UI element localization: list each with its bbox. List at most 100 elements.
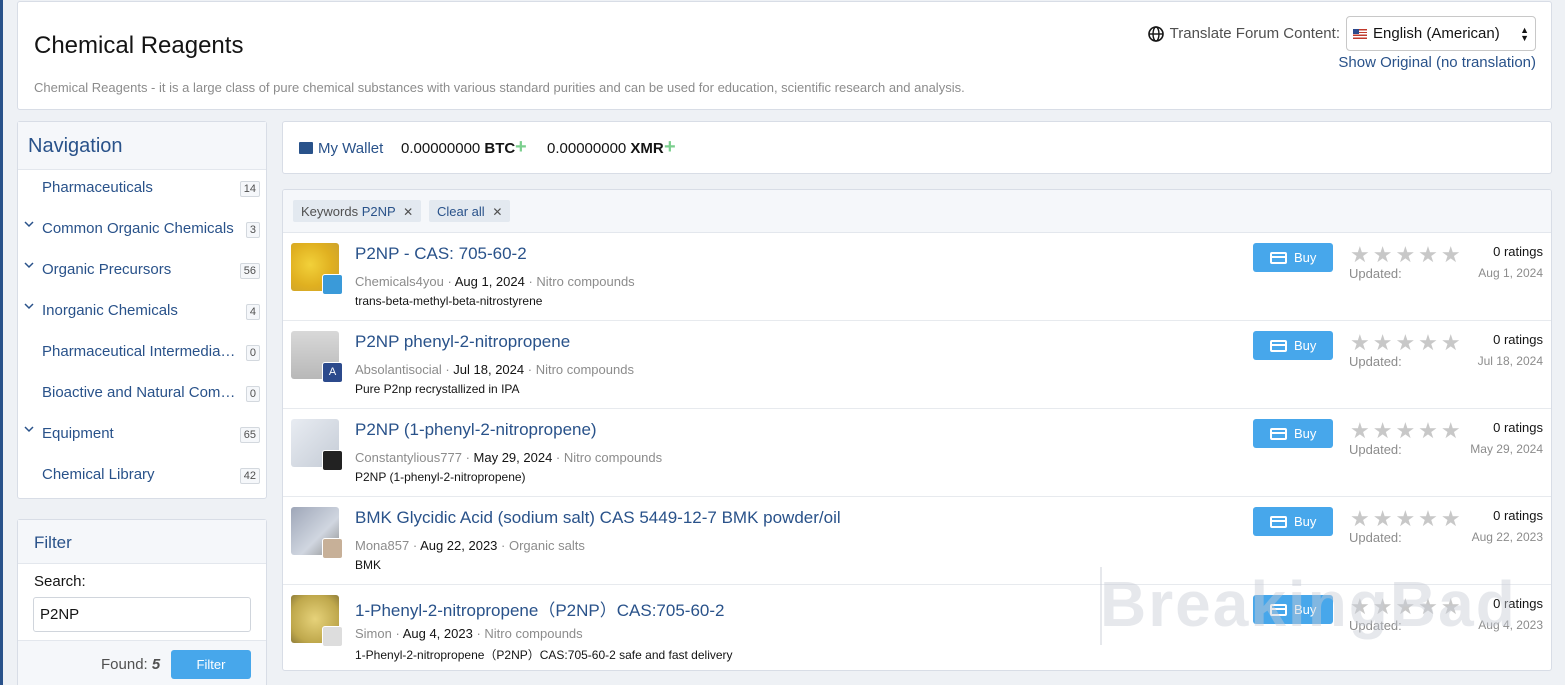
seller-name[interactable]: Absolantisocial: [355, 362, 442, 377]
page-title: Chemical Reagents: [34, 32, 244, 59]
listing-title[interactable]: P2NP (1-phenyl-2-nitropropene): [355, 420, 597, 440]
seller-avatar[interactable]: A: [322, 362, 343, 383]
left-edge-bar: [0, 0, 3, 685]
seller-avatar[interactable]: [322, 274, 343, 295]
nav-item[interactable]: Common Organic Chemicals 3: [18, 217, 266, 247]
nav-item-label: Chemical Library: [42, 466, 155, 483]
filter-title: Filter: [18, 520, 266, 564]
seller-avatar[interactable]: [322, 626, 343, 647]
listing-title[interactable]: P2NP - CAS: 705-60-2: [355, 244, 527, 264]
seller-avatar[interactable]: [322, 450, 343, 471]
updated-label: Updated:: [1349, 354, 1402, 369]
my-wallet-link[interactable]: My Wallet: [318, 140, 383, 157]
chevron-down-icon[interactable]: [24, 424, 34, 434]
btc-unit: BTC: [484, 140, 516, 157]
keyword-chip-value: P2NP: [361, 204, 396, 219]
nav-item[interactable]: Equipment 65: [18, 422, 266, 452]
updated-date: Aug 22, 2023: [1471, 530, 1543, 544]
filter-block: Filter Search: P2NP Found: 5 Filter: [17, 519, 267, 685]
clear-all-x-icon[interactable]: ✕: [492, 205, 502, 219]
listing-description: P2NP (1-phenyl-2-nitropropene): [355, 470, 526, 484]
ratings-count: 0 ratings: [1493, 332, 1543, 347]
chevron-down-icon[interactable]: [24, 260, 34, 270]
rating-stars[interactable]: ★★★★★: [1350, 506, 1464, 532]
keyword-filter-chip[interactable]: Keywords P2NP ✕: [293, 200, 422, 222]
buy-button[interactable]: Buy: [1253, 243, 1333, 272]
chevron-down-icon[interactable]: [24, 301, 34, 311]
keyword-chip-label: Keywords: [301, 204, 359, 219]
listing-title[interactable]: BMK Glycidic Acid (sodium salt) CAS 5449…: [355, 508, 841, 528]
listing-title[interactable]: P2NP phenyl-2-nitropropene: [355, 332, 570, 352]
clear-all-chip[interactable]: Clear all ✕: [429, 200, 511, 222]
buy-button[interactable]: Buy: [1253, 507, 1333, 536]
nav-item[interactable]: Chemical Library 42: [18, 463, 266, 493]
listing-category[interactable]: Nitro compounds: [564, 450, 662, 465]
credit-card-icon: [1270, 604, 1287, 616]
remove-filter-icon[interactable]: ✕: [403, 205, 413, 219]
add-xmr-plus-icon[interactable]: +: [664, 136, 676, 159]
listing-category[interactable]: Organic salts: [509, 538, 585, 553]
nav-item-count: 65: [239, 427, 260, 443]
updated-date: Jul 18, 2024: [1477, 354, 1543, 368]
credit-card-icon: [1270, 428, 1287, 440]
filter-button[interactable]: Filter: [171, 650, 251, 679]
credit-card-icon: [1270, 340, 1287, 352]
wallet-bar: My Wallet 0.00000000 BTC + 0.00000000 XM…: [282, 121, 1552, 174]
listing-row: P2NP - CAS: 705-60-2 Chemicals4you · Aug…: [283, 233, 1551, 321]
nav-item[interactable]: Bioactive and Natural Com… 0: [18, 381, 266, 411]
nav-item-label: Equipment: [42, 425, 114, 442]
updated-label: Updated:: [1349, 530, 1402, 545]
language-select[interactable]: English (American) ▲ ▼: [1346, 16, 1536, 51]
seller-name[interactable]: Chemicals4you: [355, 274, 444, 289]
listing-category[interactable]: Nitro compounds: [536, 362, 634, 377]
nav-item-label: Organic Precursors: [42, 261, 172, 278]
nav-item[interactable]: Pharmaceuticals 14: [18, 176, 266, 206]
rating-stars[interactable]: ★★★★★: [1350, 330, 1464, 356]
add-btc-plus-icon[interactable]: +: [515, 136, 527, 159]
show-original-link[interactable]: Show Original (no translation): [1338, 54, 1536, 71]
xmr-amount: 0.00000000: [547, 140, 627, 157]
listing-row: BMK Glycidic Acid (sodium salt) CAS 5449…: [283, 497, 1551, 585]
nav-item-count: 3: [245, 222, 260, 238]
buy-button-label: Buy: [1294, 338, 1317, 353]
nav-item-count: 42: [239, 468, 260, 484]
listing-title[interactable]: 1-Phenyl-2-nitropropene（P2NP）CAS:705-60-…: [355, 596, 724, 621]
chevron-down-icon[interactable]: [24, 219, 34, 229]
nav-item-count: 14: [239, 181, 260, 197]
translate-label: Translate Forum Content:: [1169, 25, 1340, 42]
listing-description: trans-beta-methyl-beta-nitrostyrene: [355, 294, 543, 308]
nav-item[interactable]: Inorganic Chemicals 4: [18, 299, 266, 329]
seller-name[interactable]: Mona857: [355, 538, 409, 553]
seller-name[interactable]: Simon: [355, 626, 392, 641]
listing-meta: Simon · Aug 4, 2023 · Nitro compounds: [355, 626, 583, 641]
xmr-unit: XMR: [630, 140, 664, 157]
seller-name[interactable]: Constantylious777: [355, 450, 462, 465]
btc-amount: 0.00000000: [401, 140, 481, 157]
filter-footer: Found: 5 Filter: [18, 640, 266, 685]
nav-item[interactable]: Pharmaceutical Intermediates 0: [18, 340, 266, 370]
rating-stars[interactable]: ★★★★★: [1350, 418, 1464, 444]
listing-meta: Constantylious777 · May 29, 2024 · Nitro…: [355, 450, 663, 465]
listing-description: BMK: [355, 558, 382, 572]
found-number: 5: [151, 656, 161, 673]
rating-stars[interactable]: ★★★★★: [1350, 594, 1464, 620]
active-filters-bar: Keywords P2NP ✕ Clear all ✕: [283, 190, 1551, 233]
select-arrows-icon: ▲ ▼: [1520, 25, 1529, 43]
buy-button[interactable]: Buy: [1253, 419, 1333, 448]
updated-date: May 29, 2024: [1470, 442, 1543, 456]
seller-avatar[interactable]: [322, 538, 343, 559]
nav-item[interactable]: Organic Precursors 56: [18, 258, 266, 288]
rating-stars[interactable]: ★★★★★: [1350, 242, 1464, 268]
listing-date: Jul 18, 2024: [453, 362, 525, 377]
wallet-icon: [299, 142, 313, 154]
updated-label: Updated:: [1349, 266, 1402, 281]
listing-category[interactable]: Nitro compounds: [484, 626, 582, 641]
search-input[interactable]: P2NP: [33, 597, 251, 632]
buy-button[interactable]: Buy: [1253, 331, 1333, 360]
listing-date: May 29, 2024: [473, 450, 553, 465]
globe-icon: [1147, 25, 1164, 42]
buy-button-label: Buy: [1294, 602, 1317, 617]
listing-category[interactable]: Nitro compounds: [536, 274, 634, 289]
buy-button[interactable]: Buy: [1253, 595, 1333, 624]
listing-row: A P2NP phenyl-2-nitropropene Absolantiso…: [283, 321, 1551, 409]
